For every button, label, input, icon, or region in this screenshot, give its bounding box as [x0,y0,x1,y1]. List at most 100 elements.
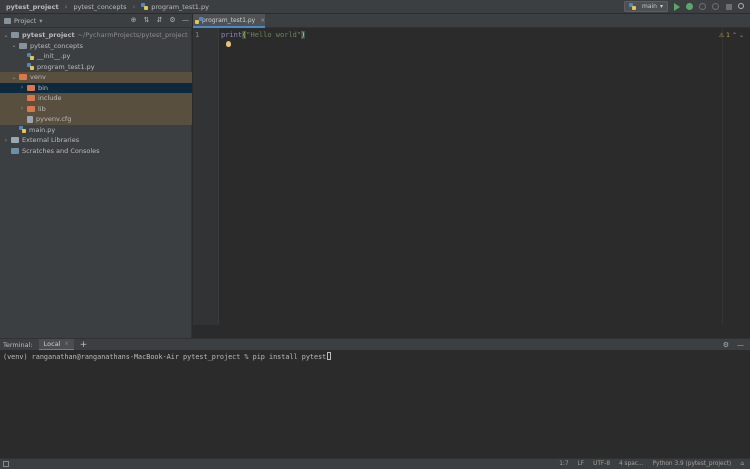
terminal-command-line[interactable]: (venv) ranganathan@ranganathans-MacBook-… [3,352,332,361]
code-line[interactable]: print("Hello world") [221,31,306,39]
terminal-command: (venv) ranganathan@ranganathans-MacBook-… [3,353,327,361]
lock-icon[interactable]: ⌂ [740,461,744,467]
tree-item-bin[interactable]: › bin [0,82,192,93]
chevron-down-icon[interactable]: ⌄ [11,42,17,49]
terminal-cursor [327,352,332,360]
status-bar: 1:7 LF UTF-8 4 spac... Python 3.9 (pytes… [0,458,750,469]
terminal-header: Terminal: Local × + ⚙ — [0,338,750,351]
tree-item-main-py[interactable]: main.py [0,125,192,136]
status-indent[interactable]: 4 spac... [619,461,644,467]
search-icon [738,2,744,9]
terminal-output[interactable]: (venv) ranganathan@ranganathans-MacBook-… [0,350,750,458]
chevron-up-icon[interactable]: ⌃ [732,32,737,39]
python-file-icon [19,126,26,134]
lightbulb-icon[interactable] [226,41,231,47]
folder-icon [11,32,19,39]
tree-item-label: pyvenv.cfg [36,115,72,124]
project-view-selector[interactable]: Project [14,17,36,25]
status-encoding[interactable]: UTF-8 [593,461,610,467]
tree-item-label: program_test1.py [37,62,95,71]
breadcrumb-folder[interactable]: pytest_concepts › [67,3,135,11]
coverage-button[interactable] [699,2,707,11]
status-caret-position[interactable]: 1:7 [559,461,568,467]
breadcrumb-file[interactable]: program_test1.py [135,3,209,11]
profile-icon [712,2,719,10]
python-icon [628,3,636,10]
folder-icon [19,74,27,81]
code-keyword: print [221,31,243,39]
close-icon[interactable]: × [65,341,69,347]
chevron-down-icon[interactable]: ▾ [39,17,42,25]
tree-item-venv[interactable]: ⌄ venv [0,72,192,83]
tree-item-label: __init__.py [37,52,71,61]
tree-item-label: pytest_concepts [30,41,84,50]
breadcrumb-project-label: pytest_project [6,2,59,11]
folder-icon [27,84,35,91]
python-file-icon [141,3,149,10]
profile-button[interactable] [712,2,720,11]
gear-icon[interactable]: ⚙ [169,17,176,24]
breadcrumb-folder-label: pytest_concepts [73,2,127,11]
project-panel-header: Project ▾ ⊕ ⇅ ⇵ ⚙ — [0,14,192,28]
status-interpreter[interactable]: Python 3.9 (pytest_project) [653,461,732,467]
status-line-separator[interactable]: LF [578,461,585,467]
minimize-icon[interactable]: — [737,341,744,349]
run-configuration-select[interactable]: main ▾ [623,1,668,12]
expand-all-icon[interactable]: ⇅ [143,17,150,24]
python-file-icon [27,63,34,71]
locate-icon[interactable]: ⊕ [130,17,137,24]
tree-item-lib[interactable]: › lib [0,103,192,114]
inspection-navigation[interactable]: ⌃ ⌄ [732,32,744,39]
tree-item-pytest-concepts[interactable]: ⌄ pytest_concepts [0,41,192,52]
minimize-icon[interactable]: — [182,17,189,24]
tool-windows-icon[interactable] [3,461,9,467]
terminal-tab-local[interactable]: Local × [38,338,74,351]
terminal-tab-label: Local [43,339,61,348]
play-icon [674,2,680,11]
navigation-bar: pytest_project › pytest_concepts › progr… [0,0,750,14]
chevron-down-icon[interactable]: ⌄ [3,32,9,39]
chevron-down-icon[interactable]: ⌄ [739,32,744,39]
tree-item-pyvenv-cfg[interactable]: pyvenv.cfg [0,114,192,125]
tree-item-scratches[interactable]: Scratches and Consoles [0,146,192,157]
tree-item-label: pytest_project [22,31,75,40]
tree-item-label: lib [38,104,46,113]
gear-icon[interactable]: ⚙ [723,341,729,349]
python-file-icon [27,52,34,60]
chevron-right-icon[interactable]: › [3,137,9,144]
chevron-right-icon[interactable]: › [19,84,25,91]
run-button[interactable] [673,2,681,11]
editor-bottom-area [193,325,750,338]
breadcrumb-project[interactable]: pytest_project › [0,3,67,11]
warning-indicator[interactable]: ⚠ 1 [719,32,730,39]
new-terminal-button[interactable]: + [80,340,88,350]
terminal-title: Terminal: [3,340,33,349]
stop-button[interactable] [725,3,733,11]
run-configuration-label: main [641,3,657,10]
warning-count: 1 [726,32,730,39]
scratches-icon [11,147,19,154]
tree-item-program-test1[interactable]: program_test1.py [0,62,192,73]
breadcrumb-file-label: program_test1.py [151,2,209,11]
tree-item-pytest-project[interactable]: ⌄ pytest_project ~/PycharmProjects/pytes… [0,30,192,41]
tree-item-label: bin [38,83,49,92]
tab-program-test1[interactable]: program_test1.py × [193,14,265,28]
folder-icon [27,95,35,102]
status-items: 1:7 LF UTF-8 4 spac... Python 3.9 (pytes… [559,461,744,467]
debug-button[interactable] [686,2,694,11]
tree-item-init-py[interactable]: __init__.py [0,51,192,62]
line-number: 1 [195,31,200,39]
close-icon[interactable]: × [260,17,265,24]
project-panel-actions: ⊕ ⇅ ⇵ ⚙ — [130,17,189,24]
tree-item-include[interactable]: include [0,93,192,104]
tree-item-label: main.py [29,125,56,134]
tab-label: program_test1.py [202,16,256,24]
code-editor[interactable]: 1 print("Hello world") ⚠ 1 ⌃ ⌄ [193,28,750,325]
tree-item-external-libraries[interactable]: › External Libraries [0,135,192,146]
line-number-gutter: 1 [193,28,219,325]
search-everywhere-button[interactable] [738,2,746,11]
bug-icon [686,2,693,10]
chevron-right-icon[interactable]: › [19,105,25,112]
collapse-all-icon[interactable]: ⇵ [156,17,163,24]
chevron-down-icon[interactable]: ⌄ [11,74,17,81]
